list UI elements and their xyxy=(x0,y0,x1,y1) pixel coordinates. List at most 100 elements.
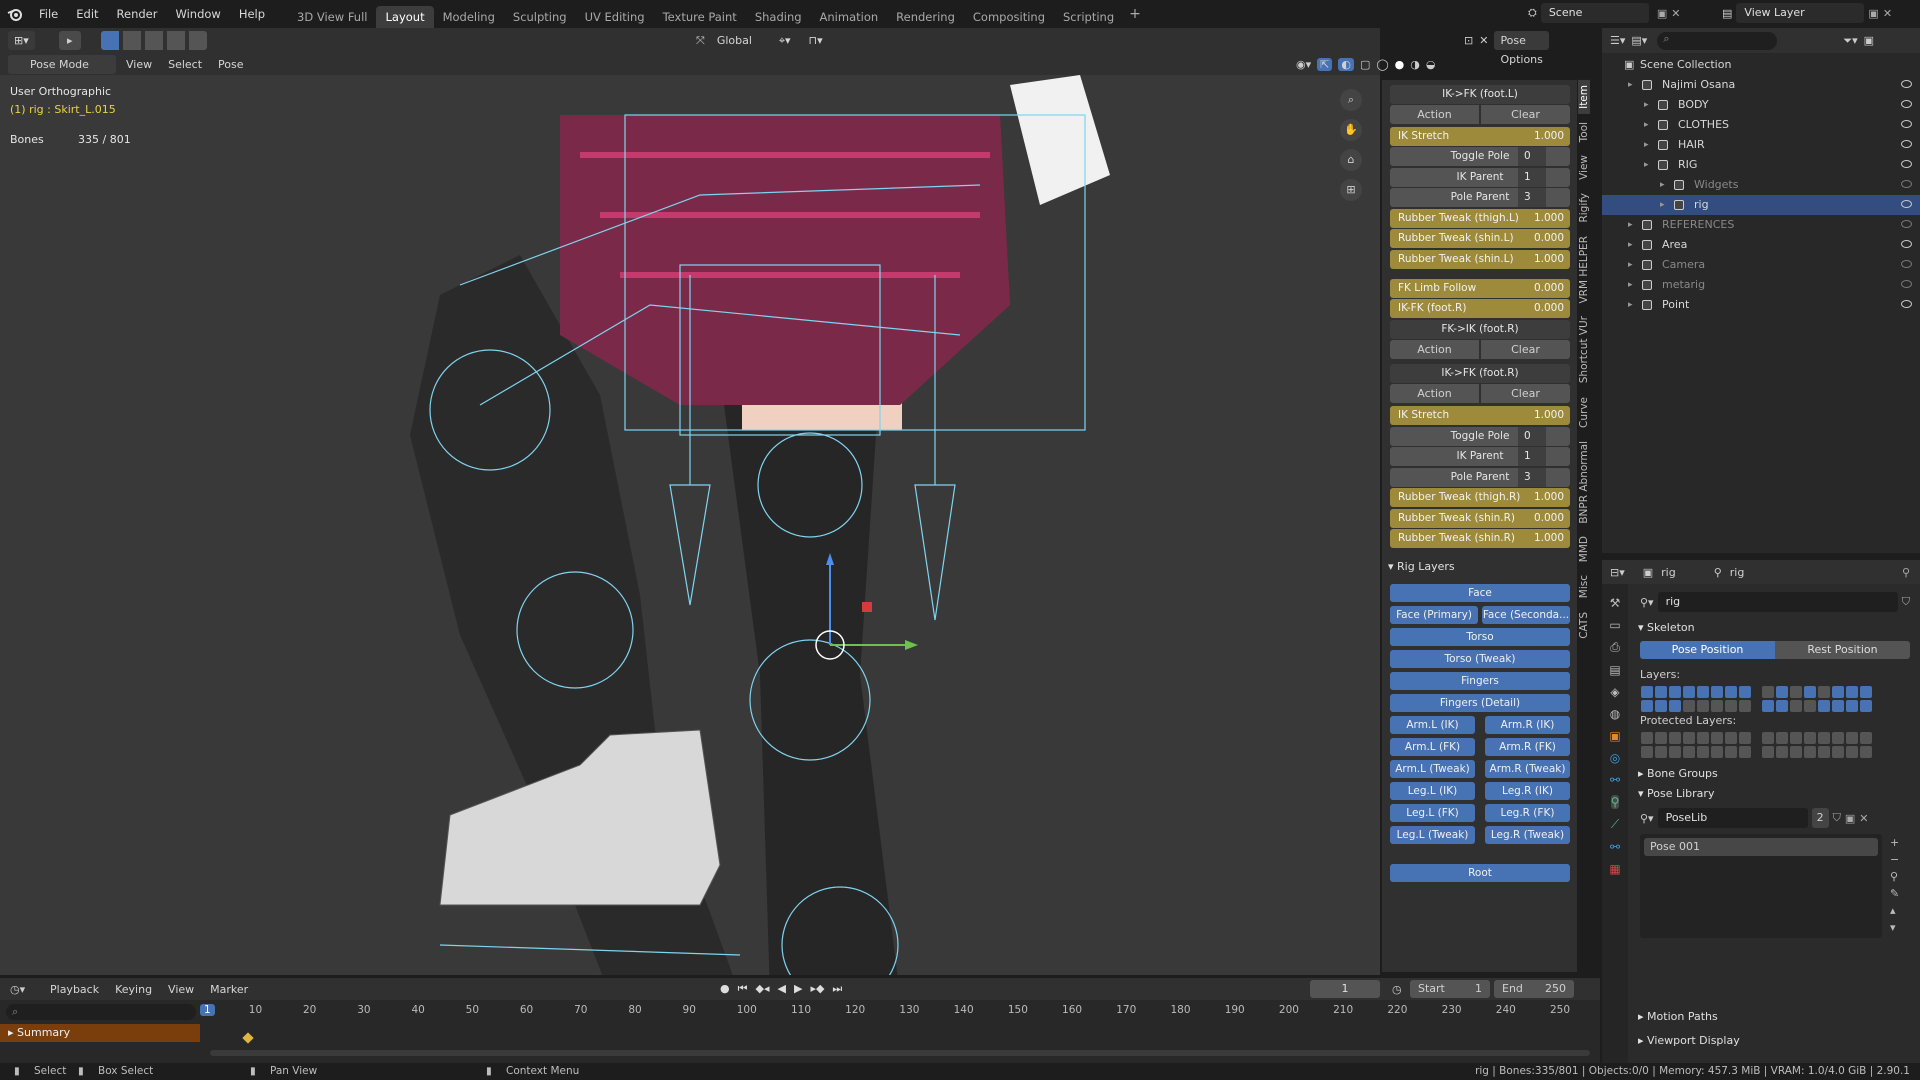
workspace-tab-texture-paint[interactable]: Texture Paint xyxy=(654,6,746,28)
properties-editor-type-icon[interactable]: ⊟▾ xyxy=(1610,566,1625,579)
layer-toggle[interactable] xyxy=(1762,732,1774,744)
scene-icon[interactable]: ⛭ xyxy=(1528,6,1537,20)
layer-toggle[interactable] xyxy=(1804,732,1816,744)
pose-options-dropdown[interactable]: Pose Options xyxy=(1494,31,1549,66)
physics-tab-icon[interactable]: ◎ xyxy=(1610,751,1620,765)
sidebar-tab-vrm-helper[interactable]: VRM HELPER xyxy=(1578,231,1590,309)
exclude-checkbox[interactable] xyxy=(1642,80,1652,90)
exclude-checkbox[interactable] xyxy=(1642,260,1652,270)
timeline-editor-type-icon[interactable]: ◷▾ xyxy=(10,983,40,996)
fkik-foot-r-operator[interactable]: FK->IK (foot.R) xyxy=(1390,320,1570,339)
layer-leg-r-tweak[interactable]: Leg.R (Tweak) xyxy=(1485,826,1570,844)
timeline-search-input[interactable]: ⌕ xyxy=(6,1004,196,1020)
layer-toggle[interactable] xyxy=(1832,700,1844,712)
layer-torso[interactable]: Torso xyxy=(1390,628,1570,646)
poselib-fake-user-icon[interactable]: ⛉ xyxy=(1833,811,1841,825)
layer-toggle[interactable] xyxy=(1641,686,1653,698)
layer-toggle[interactable] xyxy=(1832,746,1844,758)
layer-toggle[interactable] xyxy=(1762,746,1774,758)
pose-apply-icon[interactable]: ⚲ xyxy=(1890,870,1899,883)
layer-toggle[interactable] xyxy=(1776,732,1788,744)
layer-toggle[interactable] xyxy=(1804,686,1816,698)
pose-library-panel-header[interactable]: ▾ Pose Library xyxy=(1638,787,1714,800)
timeline-scrollbar[interactable] xyxy=(210,1050,1590,1056)
layer-toggle[interactable] xyxy=(1739,732,1751,744)
rig-layers-header[interactable]: ▾ Rig Layers xyxy=(1388,560,1455,573)
view-layer-selector[interactable]: View Layer xyxy=(1736,3,1865,23)
outliner-row-point[interactable]: ▸ Point xyxy=(1602,295,1920,315)
layer-fingers[interactable]: Fingers xyxy=(1390,672,1570,690)
gizmo-icon[interactable]: ⊡ xyxy=(1464,34,1473,47)
start-frame-field[interactable]: Start 1 xyxy=(1410,980,1490,998)
menu-help[interactable]: Help xyxy=(230,0,274,28)
layer-toggle[interactable] xyxy=(1697,746,1709,758)
layer-toggle[interactable] xyxy=(1790,700,1802,712)
scene-collection-row[interactable]: ▣ Scene Collection xyxy=(1602,55,1920,75)
outliner-editor-type-icon[interactable]: ☰▾ xyxy=(1610,34,1625,47)
jump-end-icon[interactable]: ⏭ xyxy=(832,982,842,996)
scene-selector[interactable]: Scene xyxy=(1540,3,1649,23)
layer-toggle[interactable] xyxy=(1846,700,1858,712)
outliner-row-body[interactable]: ▸ BODY xyxy=(1602,95,1920,115)
layer-toggle[interactable] xyxy=(1683,686,1695,698)
workspace-tab-rendering[interactable]: Rendering xyxy=(887,6,964,28)
delete-scene-icon[interactable]: ✕ xyxy=(1671,7,1680,20)
layer-toggle[interactable] xyxy=(1776,700,1788,712)
sidebar-tab-tool[interactable]: Tool xyxy=(1578,117,1590,147)
workspace-tab-modeling[interactable]: Modeling xyxy=(434,6,504,28)
pan-hand-icon[interactable]: ✋ xyxy=(1340,119,1362,141)
layer-toggle[interactable] xyxy=(1818,686,1830,698)
disclosure-triangle-icon[interactable]: ▸ xyxy=(1660,175,1665,195)
layer-toggle[interactable] xyxy=(1725,746,1737,758)
summary-channel[interactable]: ▸ Summary xyxy=(0,1024,200,1042)
layer-root[interactable]: Root xyxy=(1390,864,1570,882)
scene-tab-icon[interactable]: ◈ xyxy=(1610,685,1619,699)
bone-tab-icon[interactable]: ⟋ xyxy=(1611,817,1619,832)
poselib-browse-icon[interactable]: ⚲▾ xyxy=(1640,812,1654,825)
timeline-menu-playback[interactable]: Playback xyxy=(44,980,105,999)
layer-toggle[interactable] xyxy=(1641,746,1653,758)
visibility-eye-icon[interactable] xyxy=(1901,100,1912,108)
sidebar-tab-rigify[interactable]: Rigify xyxy=(1578,188,1590,228)
bone-constraints-tab-icon[interactable]: ⚯ xyxy=(1610,840,1620,854)
output-tab-icon[interactable]: ⎙ xyxy=(1610,640,1620,655)
camera-view-icon[interactable]: ⌂ xyxy=(1340,149,1362,171)
frame-ruler[interactable]: 1 10 20 30 40 50 60 70 80 90 100 110 120 130 140 150 160… xyxy=(200,1004,1590,1020)
exclude-checkbox[interactable] xyxy=(1642,300,1652,310)
visibility-eye-icon[interactable] xyxy=(1901,200,1912,208)
disclosure-triangle-icon[interactable]: ▸ xyxy=(1628,75,1633,95)
bone-groups-panel-header[interactable]: ▸ Bone Groups xyxy=(1638,767,1718,780)
fake-user-icon[interactable]: ⛉ xyxy=(1902,595,1910,609)
visibility-eye-icon[interactable] xyxy=(1901,140,1912,148)
viewport-menu-view[interactable]: View xyxy=(120,55,158,74)
layer-toggle[interactable] xyxy=(1818,746,1830,758)
layer-toggle[interactable] xyxy=(1804,746,1816,758)
viewport-menu-pose[interactable]: Pose xyxy=(212,55,249,74)
protected-layers-grid[interactable] xyxy=(1640,731,1910,759)
layer-toggle[interactable] xyxy=(1683,732,1695,744)
visibility-eye-icon[interactable] xyxy=(1901,240,1912,248)
zoom-icon[interactable]: ⌕ xyxy=(1340,89,1362,111)
next-keyframe-icon[interactable]: ▸◆ xyxy=(810,982,824,996)
motion-paths-panel-header[interactable]: ▸ Motion Paths xyxy=(1638,1010,1718,1023)
layer-toggle[interactable] xyxy=(1804,700,1816,712)
layer-toggle[interactable] xyxy=(1776,686,1788,698)
record-icon[interactable]: ● xyxy=(720,982,730,996)
workspace-tab-3d-view-full[interactable]: 3D View Full xyxy=(288,6,376,28)
pose-rename-icon[interactable]: ✎ xyxy=(1890,887,1899,900)
transform-orientation-dropdown[interactable]: Global xyxy=(711,31,767,50)
outliner-row-area[interactable]: ▸ Area xyxy=(1602,235,1920,255)
exclude-checkbox[interactable] xyxy=(1658,140,1668,150)
layer-arm-l-fk[interactable]: Arm.L (FK) xyxy=(1390,738,1475,756)
layer-toggle[interactable] xyxy=(1655,686,1667,698)
layer-toggle[interactable] xyxy=(1846,746,1858,758)
layer-toggle[interactable] xyxy=(1697,732,1709,744)
sidebar-tab-bnpr-abnormal[interactable]: BNPR Abnormal xyxy=(1578,436,1590,529)
layer-leg-r-ik[interactable]: Leg.R (IK) xyxy=(1485,782,1570,800)
workspace-tab-uv-editing[interactable]: UV Editing xyxy=(576,6,654,28)
overlay-toggle-icon[interactable]: ◐ xyxy=(1338,57,1354,71)
view-layer-icon[interactable]: ▤ xyxy=(1722,7,1732,20)
layer-toggle[interactable] xyxy=(1790,732,1802,744)
disclosure-triangle-icon[interactable]: ▸ xyxy=(1628,235,1633,255)
visibility-eye-icon[interactable] xyxy=(1901,180,1912,188)
